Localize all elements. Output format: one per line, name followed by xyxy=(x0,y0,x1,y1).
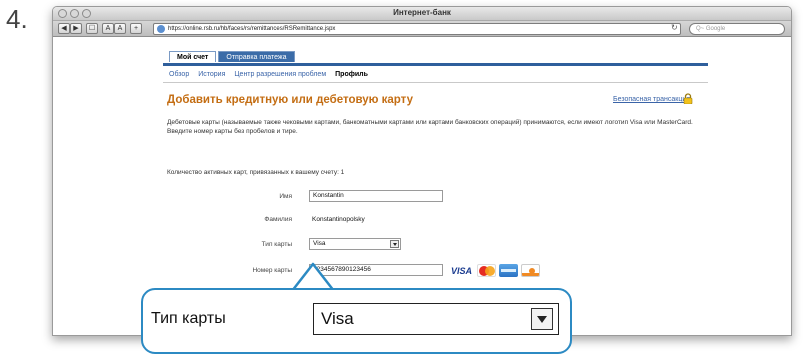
tab-underline xyxy=(163,63,708,66)
discover-icon xyxy=(521,264,540,277)
sub-navigation: Обзор История Центр разрешения проблем П… xyxy=(169,71,368,78)
window-title: Интернет-банк xyxy=(393,8,451,17)
forward-button[interactable]: ▶ xyxy=(70,23,82,34)
card-type-label: Тип карты xyxy=(261,241,292,248)
chevron-down-icon[interactable] xyxy=(531,308,553,330)
main-tabs: Мой счет Отправка платежа xyxy=(169,51,295,62)
zoom-callout: Тип карты Visa xyxy=(141,288,572,354)
title-bar: Интернет-банк xyxy=(53,7,791,21)
card-number-label: Номер карты xyxy=(252,267,292,274)
text-smaller-button[interactable]: A xyxy=(102,23,114,34)
active-cards-count: Количество активных карт, привязанных к … xyxy=(167,169,345,176)
browser-window: Интернет-банк ◀ ▶ ☐ A A + https://online… xyxy=(52,6,792,336)
tab-view-button[interactable]: ☐ xyxy=(86,23,98,34)
last-name-label: Фамилия xyxy=(264,216,292,223)
add-bookmark-button[interactable]: + xyxy=(130,23,142,34)
subnav-overview[interactable]: Обзор xyxy=(169,71,189,78)
callout-selected-value: Visa xyxy=(321,309,354,328)
subnav-history[interactable]: История xyxy=(198,71,225,78)
divider xyxy=(163,82,708,83)
subnav-resolution-center[interactable]: Центр разрешения проблем xyxy=(234,71,326,78)
browser-toolbar: ◀ ▶ ☐ A A + https://online.rsb.ru/hb/fac… xyxy=(53,21,791,37)
amex-icon xyxy=(499,264,518,277)
site-icon xyxy=(157,25,165,33)
first-name-field[interactable]: Konstantin xyxy=(309,190,443,202)
visa-logo: VISA xyxy=(451,265,473,276)
callout-card-type-label: Тип карты xyxy=(151,310,226,327)
callout-card-type-select[interactable]: Visa xyxy=(313,303,559,335)
search-input[interactable]: Q~ Google xyxy=(689,23,785,35)
step-number: 4. xyxy=(6,4,28,34)
last-name-value: Konstantinopolsky xyxy=(312,216,365,223)
text-larger-button[interactable]: A xyxy=(114,23,126,34)
first-name-label: Имя xyxy=(279,193,292,200)
padlock-icon xyxy=(683,93,693,104)
chevron-down-icon[interactable] xyxy=(390,240,399,248)
card-type-select[interactable]: Visa xyxy=(309,238,401,250)
screenshot-root: 4. Интернет-банк ◀ ▶ ☐ A A + https://onl… xyxy=(0,0,805,360)
address-bar[interactable]: https://online.rsb.ru/hb/faces/rs/remitt… xyxy=(153,23,681,35)
back-button[interactable]: ◀ xyxy=(58,23,70,34)
mastercard-icon xyxy=(477,264,496,277)
page-title: Добавить кредитную или дебетовую карту xyxy=(167,94,413,106)
secure-transaction-link[interactable]: Безопасная трансакция xyxy=(613,96,690,103)
card-type-selected-value: Visa xyxy=(313,240,326,247)
subnav-profile[interactable]: Профиль xyxy=(335,71,368,78)
description-text: Дебетовые карты (называемые также чековы… xyxy=(167,119,693,135)
tab-my-account[interactable]: Мой счет xyxy=(169,51,217,62)
reload-icon[interactable]: ↻ xyxy=(671,23,678,32)
card-logos: VISA xyxy=(451,264,540,277)
tab-send-payment[interactable]: Отправка платежа xyxy=(218,51,295,62)
url-text: https://online.rsb.ru/hb/faces/rs/remitt… xyxy=(168,26,336,32)
